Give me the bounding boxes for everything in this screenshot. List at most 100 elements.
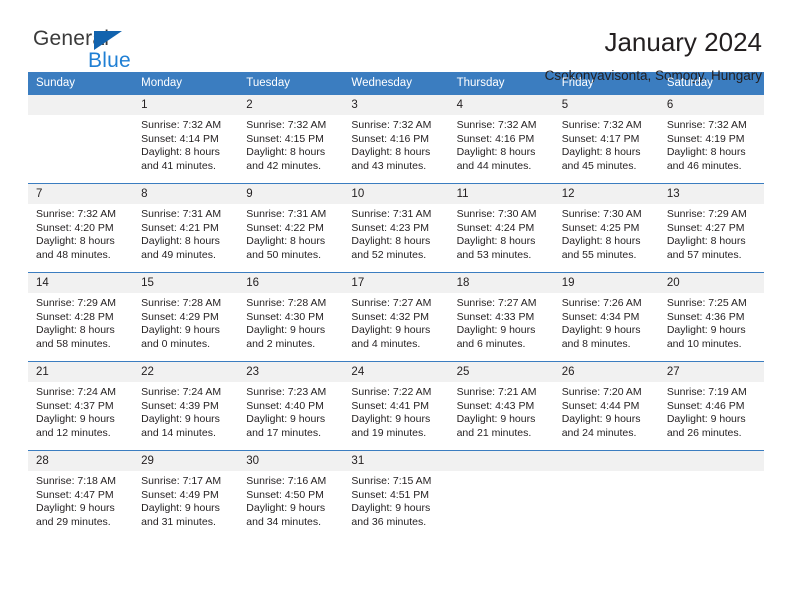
day-info-line: Sunset: 4:16 PM <box>351 132 430 145</box>
day-info-line: and 48 minutes. <box>36 248 111 261</box>
day-info-line: Sunrise: 7:30 AM <box>456 208 537 220</box>
day-info-line: Daylight: 8 hours <box>561 235 641 248</box>
calendar-day-cell[interactable]: 21 Sunrise: 7:24 AM Sunset: 4:37 PM Dayligh… <box>28 361 134 451</box>
day-sun-info: Sunrise: 7:19 AM Sunset: 4:46 PM Daylight:… <box>659 382 764 440</box>
day-info-line: Sunset: 4:37 PM <box>36 399 114 412</box>
calendar-day-cell[interactable]: 29 Sunrise: 7:17 AM Sunset: 4:49 PM Dayligh… <box>133 450 239 540</box>
calendar-day-cell[interactable]: 28 Sunrise: 7:18 AM Sunset: 4:47 PM Dayligh… <box>28 450 134 540</box>
day-info-line: Sunrise: 7:29 AM <box>36 297 116 309</box>
day-number: 11 <box>448 184 554 204</box>
calendar-day-cell[interactable]: 27 Sunrise: 7:19 AM Sunset: 4:46 PM Dayligh… <box>658 361 764 451</box>
day-info-line: and 43 minutes. <box>351 159 427 172</box>
day-info-line: and 45 minutes. <box>561 159 637 172</box>
day-number: 13 <box>658 184 764 204</box>
day-number: 18 <box>448 273 554 293</box>
day-info-line: Sunrise: 7:29 AM <box>666 208 747 220</box>
day-sun-info: Sunrise: 7:32 AM Sunset: 4:16 PM Daylight:… <box>343 115 448 173</box>
page-header: General Blue January 2024 Csokonyavisont… <box>28 0 764 83</box>
day-sun-info: Sunrise: 7:21 AM Sunset: 4:43 PM Daylight:… <box>449 382 554 440</box>
calendar-day-cell[interactable]: 25 Sunrise: 7:21 AM Sunset: 4:43 PM Dayligh… <box>448 361 554 451</box>
day-info-line: and 49 minutes. <box>141 248 216 261</box>
calendar-day-cell[interactable]: 16 Sunrise: 7:28 AM Sunset: 4:30 PM Dayligh… <box>238 272 344 362</box>
calendar-day-cell[interactable]: 14 Sunrise: 7:29 AM Sunset: 4:28 PM Dayligh… <box>28 272 134 362</box>
day-info-line: and 31 minutes. <box>141 515 216 528</box>
day-info-line: Daylight: 9 hours <box>36 502 115 515</box>
day-info-line: and 42 minutes. <box>246 159 321 172</box>
day-number <box>553 451 659 471</box>
calendar-day-cell[interactable]: 12 Sunrise: 7:30 AM Sunset: 4:25 PM Dayligh… <box>553 183 659 273</box>
day-info-line: Sunrise: 7:31 AM <box>246 208 327 220</box>
day-info-line: Daylight: 8 hours <box>666 146 746 159</box>
day-info-line: Daylight: 8 hours <box>141 146 220 159</box>
calendar-day-cell[interactable]: 10 Sunrise: 7:31 AM Sunset: 4:23 PM Dayligh… <box>343 183 449 273</box>
day-info-line: and 24 minutes. <box>561 426 637 439</box>
calendar-day-cell[interactable]: 4 Sunrise: 7:32 AM Sunset: 4:16 PM Daylight… <box>448 94 554 184</box>
day-info-line: Sunrise: 7:22 AM <box>351 386 432 398</box>
day-number: 2 <box>238 95 344 115</box>
day-info-line: and 2 minutes. <box>246 337 316 350</box>
day-info-line: Sunset: 4:46 PM <box>666 399 745 412</box>
day-number: 19 <box>553 273 659 293</box>
calendar-day-cell[interactable]: 2 Sunrise: 7:32 AM Sunset: 4:15 PM Daylight… <box>238 94 344 184</box>
day-info-line: Sunrise: 7:27 AM <box>456 297 537 309</box>
day-info-line: Sunset: 4:34 PM <box>561 310 640 323</box>
day-info-line: Daylight: 9 hours <box>666 324 746 337</box>
calendar-day-cell[interactable]: 22 Sunrise: 7:24 AM Sunset: 4:39 PM Dayligh… <box>133 361 239 451</box>
calendar-day-cell[interactable]: 9 Sunrise: 7:31 AM Sunset: 4:22 PM Daylight… <box>238 183 344 273</box>
day-sun-info: Sunrise: 7:29 AM Sunset: 4:27 PM Daylight:… <box>659 204 764 262</box>
day-info-line: Daylight: 9 hours <box>456 324 536 337</box>
calendar-week-row: 1 Sunrise: 7:32 AM Sunset: 4:14 PM Daylight… <box>28 94 764 184</box>
calendar-day-cell[interactable]: 19 Sunrise: 7:26 AM Sunset: 4:34 PM Dayligh… <box>553 272 659 362</box>
calendar-page: General Blue January 2024 Csokonyavisont… <box>0 0 792 612</box>
calendar-day-cell[interactable]: 7 Sunrise: 7:32 AM Sunset: 4:20 PM Daylight… <box>28 183 134 273</box>
calendar-day-cell[interactable]: 13 Sunrise: 7:29 AM Sunset: 4:27 PM Dayligh… <box>658 183 764 273</box>
calendar-day-cell[interactable]: 3 Sunrise: 7:32 AM Sunset: 4:16 PM Daylight… <box>343 94 449 184</box>
calendar-day-cell[interactable]: 26 Sunrise: 7:20 AM Sunset: 4:44 PM Dayligh… <box>553 361 659 451</box>
day-sun-info: Sunrise: 7:16 AM Sunset: 4:50 PM Daylight:… <box>238 471 343 529</box>
day-info-line: Sunrise: 7:32 AM <box>351 119 432 131</box>
calendar-day-cell[interactable]: 11 Sunrise: 7:30 AM Sunset: 4:24 PM Dayligh… <box>448 183 554 273</box>
calendar-day-cell[interactable]: 8 Sunrise: 7:31 AM Sunset: 4:21 PM Daylight… <box>133 183 239 273</box>
day-info-line: Daylight: 8 hours <box>351 235 431 248</box>
calendar-day-cell[interactable]: 17 Sunrise: 7:27 AM Sunset: 4:32 PM Dayligh… <box>343 272 449 362</box>
page-title: January 2024 <box>604 27 762 57</box>
calendar-day-cell[interactable]: 30 Sunrise: 7:16 AM Sunset: 4:50 PM Dayligh… <box>238 450 344 540</box>
day-info-line: Sunset: 4:21 PM <box>141 221 219 234</box>
day-number: 15 <box>133 273 239 293</box>
day-number: 9 <box>238 184 344 204</box>
day-number: 22 <box>133 362 239 382</box>
calendar-week-row: 21 Sunrise: 7:24 AM Sunset: 4:37 PM Dayligh… <box>28 361 764 451</box>
day-info-line: and 34 minutes. <box>246 515 321 528</box>
calendar-day-cell[interactable]: 15 Sunrise: 7:28 AM Sunset: 4:29 PM Dayligh… <box>133 272 239 362</box>
calendar-day-cell[interactable]: 24 Sunrise: 7:22 AM Sunset: 4:41 PM Dayligh… <box>343 361 449 451</box>
day-info-line: Sunrise: 7:25 AM <box>666 297 747 309</box>
day-info-line: Sunset: 4:22 PM <box>246 221 324 234</box>
calendar-day-cell[interactable]: 31 Sunrise: 7:15 AM Sunset: 4:51 PM Dayligh… <box>343 450 449 540</box>
calendar-empty-cell <box>553 450 659 540</box>
day-number: 24 <box>343 362 449 382</box>
day-sun-info: Sunrise: 7:24 AM Sunset: 4:37 PM Daylight:… <box>28 382 133 440</box>
calendar-day-cell[interactable]: 18 Sunrise: 7:27 AM Sunset: 4:33 PM Dayligh… <box>448 272 554 362</box>
day-info-line: Sunset: 4:16 PM <box>456 132 535 145</box>
day-number: 10 <box>343 184 449 204</box>
day-info-line: Sunset: 4:43 PM <box>456 399 535 412</box>
calendar-day-cell[interactable]: 1 Sunrise: 7:32 AM Sunset: 4:14 PM Daylight… <box>133 94 239 184</box>
weekday-header-tuesday: Tuesday <box>238 72 344 95</box>
day-info-line: Daylight: 8 hours <box>456 146 536 159</box>
day-info-line: Daylight: 9 hours <box>141 324 220 337</box>
day-sun-info: Sunrise: 7:32 AM Sunset: 4:14 PM Daylight:… <box>133 115 238 173</box>
calendar-day-cell[interactable]: 6 Sunrise: 7:32 AM Sunset: 4:19 PM Daylight… <box>658 94 764 184</box>
day-number: 6 <box>658 95 764 115</box>
calendar-day-cell[interactable]: 23 Sunrise: 7:23 AM Sunset: 4:40 PM Dayligh… <box>238 361 344 451</box>
day-info-line: Sunrise: 7:27 AM <box>351 297 432 309</box>
day-info-line: Sunset: 4:25 PM <box>561 221 640 234</box>
day-info-line: Daylight: 8 hours <box>561 146 641 159</box>
day-sun-info: Sunrise: 7:32 AM Sunset: 4:20 PM Daylight:… <box>28 204 133 262</box>
calendar-day-cell[interactable]: 5 Sunrise: 7:32 AM Sunset: 4:17 PM Daylight… <box>553 94 659 184</box>
day-info-line: Sunrise: 7:31 AM <box>141 208 222 220</box>
day-info-line: Sunset: 4:36 PM <box>666 310 745 323</box>
general-blue-logo[interactable]: General Blue <box>28 27 158 75</box>
calendar-day-cell[interactable]: 20 Sunrise: 7:25 AM Sunset: 4:36 PM Dayligh… <box>658 272 764 362</box>
day-info-line: Daylight: 9 hours <box>351 324 431 337</box>
calendar-week-row: 7 Sunrise: 7:32 AM Sunset: 4:20 PM Daylight… <box>28 183 764 273</box>
